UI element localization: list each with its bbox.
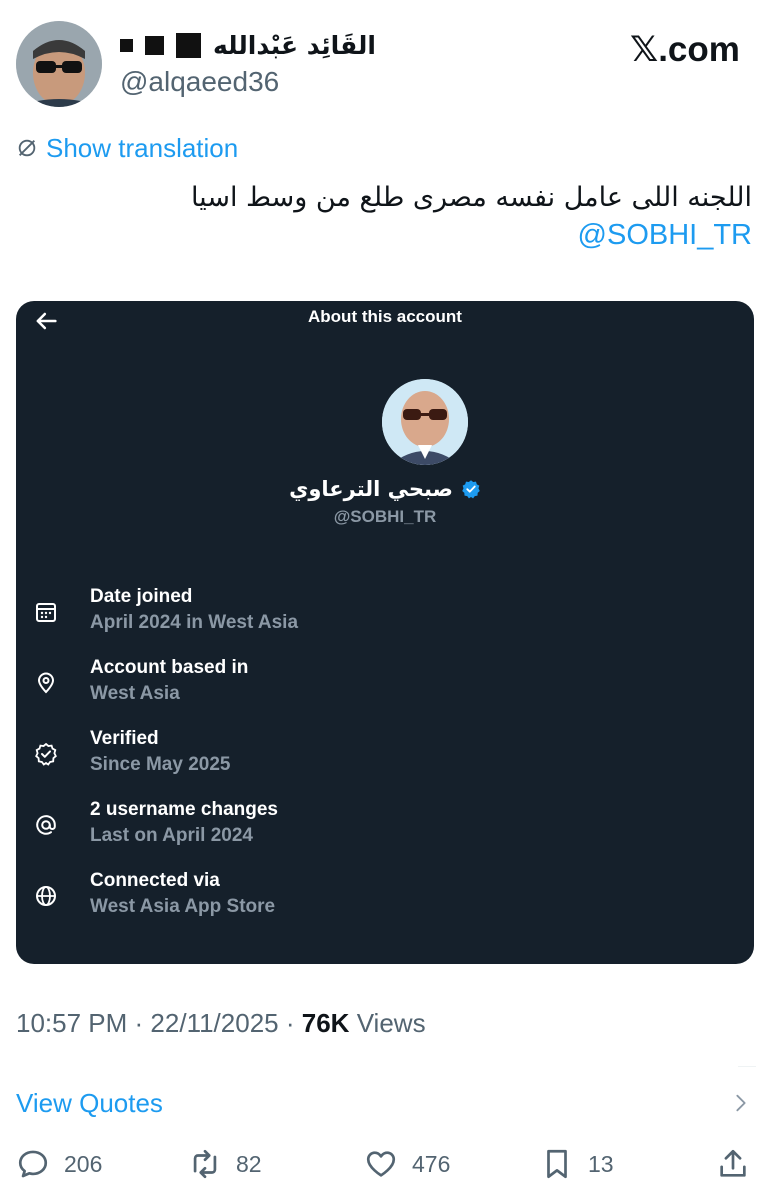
like-button[interactable]: 476 (364, 1144, 450, 1184)
profile-name-row: صبحي الترعاوي (16, 477, 754, 501)
repost-button[interactable]: 82 (188, 1144, 262, 1184)
reply-icon (18, 1150, 48, 1178)
show-translation-label: Show translation (46, 132, 239, 163)
info-value: April 2024 in West Asia (90, 612, 299, 633)
info-value: West Asia App Store (90, 896, 276, 917)
at-sign-icon (36, 815, 56, 835)
profile-name: صبحي الترعاوي (289, 477, 453, 501)
info-label: Date joined (90, 586, 193, 607)
info-row-account-based: Account based in West Asia (34, 657, 714, 713)
meta-separator: · (134, 1008, 151, 1038)
tweet-date[interactable]: 22/11/2025 (150, 1008, 278, 1038)
info-label: Connected via (90, 870, 220, 891)
info-row-connected-via: Connected via West Asia App Store (34, 870, 714, 926)
like-count: 476 (412, 1150, 451, 1177)
verified-check-icon (462, 480, 480, 499)
bookmark-icon (547, 1149, 567, 1179)
info-label: Account based in (90, 657, 249, 678)
square-emoji-large (176, 32, 201, 58)
heart-icon (366, 1151, 396, 1177)
divider (738, 1066, 756, 1067)
share-icon (720, 1149, 746, 1177)
views-count: 76K (301, 1008, 350, 1038)
show-translation-link[interactable]: Show translation (16, 132, 238, 164)
card-title: About this account (308, 307, 462, 326)
globe-icon (36, 886, 56, 906)
reply-button[interactable]: 206 (16, 1144, 102, 1184)
translate-icon (18, 139, 36, 157)
tweet-time[interactable]: 10:57 PM (16, 1008, 127, 1038)
profile-handle: @SOBHI_TR (333, 507, 437, 526)
author-avatar-image (16, 21, 102, 107)
square-emoji-small (120, 38, 133, 52)
profile-avatar-image (382, 379, 468, 465)
share-button[interactable] (716, 1144, 750, 1184)
reply-count: 206 (64, 1150, 103, 1177)
info-row-date-joined: Date joined April 2024 in West Asia (34, 586, 714, 642)
info-row-username-changes: 2 username changes Last on April 2024 (34, 799, 714, 855)
tweet-mention-link[interactable]: @SOBHI_TR (578, 219, 752, 252)
info-label: Verified (90, 728, 159, 749)
about-account-card: About this account صبحي الترعاوي @SOBHI_… (16, 301, 754, 964)
bookmark-count: 13 (588, 1150, 614, 1177)
info-label: 2 username changes (90, 799, 278, 820)
calendar-icon (36, 603, 56, 622)
profile-avatar (382, 379, 468, 465)
bookmark-button[interactable]: 13 (540, 1144, 614, 1184)
repost-count: 82 (236, 1150, 262, 1177)
author-handle[interactable]: @alqaeed36 (120, 66, 279, 98)
verified-badge-icon (35, 742, 57, 766)
author-avatar[interactable] (16, 21, 102, 107)
tweet-text: اللجنه اللى عامل نفسه مصرى طلع من وسط اس… (190, 182, 752, 213)
info-value: Since May 2025 (90, 754, 231, 775)
info-value: Last on April 2024 (90, 825, 253, 846)
meta-separator: · (285, 1008, 302, 1038)
tweet-meta: 10:57 PM · 22/11/2025 · 76K Views (16, 1008, 426, 1039)
repost-icon (193, 1149, 217, 1179)
square-emoji-medium (145, 35, 164, 55)
author-display-name[interactable]: القَائِد عَبْدالله (120, 28, 420, 62)
views-label: Views (356, 1008, 426, 1038)
view-quotes-link[interactable]: View Quotes (16, 1088, 163, 1119)
location-pin-icon (37, 672, 55, 694)
author-name-text: القَائِد عَبْدالله (213, 30, 376, 60)
chevron-right-icon[interactable] (730, 1092, 752, 1114)
x-logo: 𝕏.com (630, 30, 740, 69)
info-row-verified: Verified Since May 2025 (34, 728, 714, 784)
info-value: West Asia (90, 683, 180, 704)
